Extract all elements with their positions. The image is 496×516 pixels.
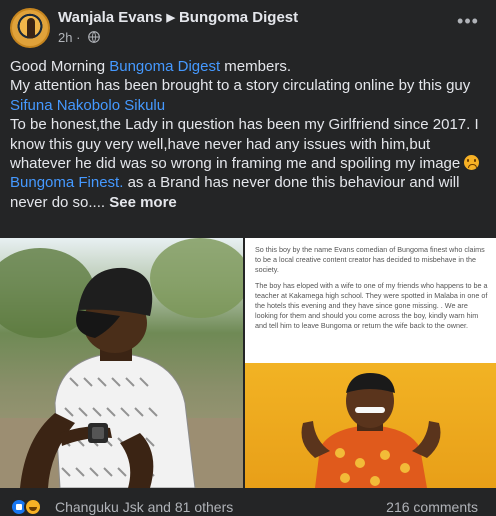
text-line-attention: My attention has been brought to a story…: [10, 77, 471, 95]
notice-photo-man: [245, 363, 496, 488]
notice-paragraph-2: The boy has eloped with a wife to one of…: [255, 281, 488, 330]
globe-icon: [88, 31, 100, 43]
photo-notice-screenshot[interactable]: So this boy by the name Evans comedian o…: [245, 238, 496, 488]
group-name[interactable]: Bungoma Digest: [179, 9, 298, 26]
text-line-brand: Bungoma Finest. as a Brand has never don…: [10, 174, 460, 211]
notice-paragraph-1: So this boy by the name Evans comedian o…: [255, 245, 485, 274]
author-line: Wanjala Evans ▶ Bungoma Digest: [58, 9, 298, 26]
author-name[interactable]: Wanjala Evans: [58, 9, 163, 26]
post-meta: 2h ·: [58, 30, 100, 45]
more-options-icon[interactable]: •••: [454, 12, 482, 34]
post-header: Wanjala Evans ▶ Bungoma Digest 2h · •••: [10, 8, 486, 48]
haha-icon[interactable]: [24, 498, 42, 516]
photo-man-with-cap[interactable]: [0, 238, 243, 488]
reactions-bar: Changuku Jsk and 81 others 216 comments: [10, 496, 486, 516]
man-with-cap-illustration: [0, 238, 243, 488]
reaction-summary[interactable]: Changuku Jsk and 81 others: [55, 499, 233, 515]
text-paragraph-statement: To be honest,the Lady in question has be…: [10, 116, 480, 173]
notice-text: So this boy by the name Evans comedian o…: [255, 245, 489, 337]
avatar-figure: [27, 18, 35, 38]
person-mention-link[interactable]: Sifuna Nakobolo Sikulu: [10, 97, 165, 114]
man-in-print-shirt-illustration: [301, 373, 441, 488]
text-line-greeting: Good Morning Bungoma Digest members.: [10, 58, 291, 75]
post-body: Good Morning Bungoma Digest members. My …: [10, 57, 486, 212]
photo-grid: So this boy by the name Evans comedian o…: [0, 238, 496, 488]
brand-mention-link[interactable]: Bungoma Finest.: [10, 174, 123, 191]
group-mention-link[interactable]: Bungoma Digest: [109, 58, 220, 75]
comment-count[interactable]: 216 comments: [386, 499, 478, 515]
see-more-link[interactable]: See more: [109, 194, 177, 211]
caret-right-icon: ▶: [166, 12, 175, 24]
disappointed-face-emoji: [464, 155, 480, 171]
author-avatar[interactable]: [10, 8, 50, 48]
post-timestamp[interactable]: 2h: [58, 30, 72, 45]
